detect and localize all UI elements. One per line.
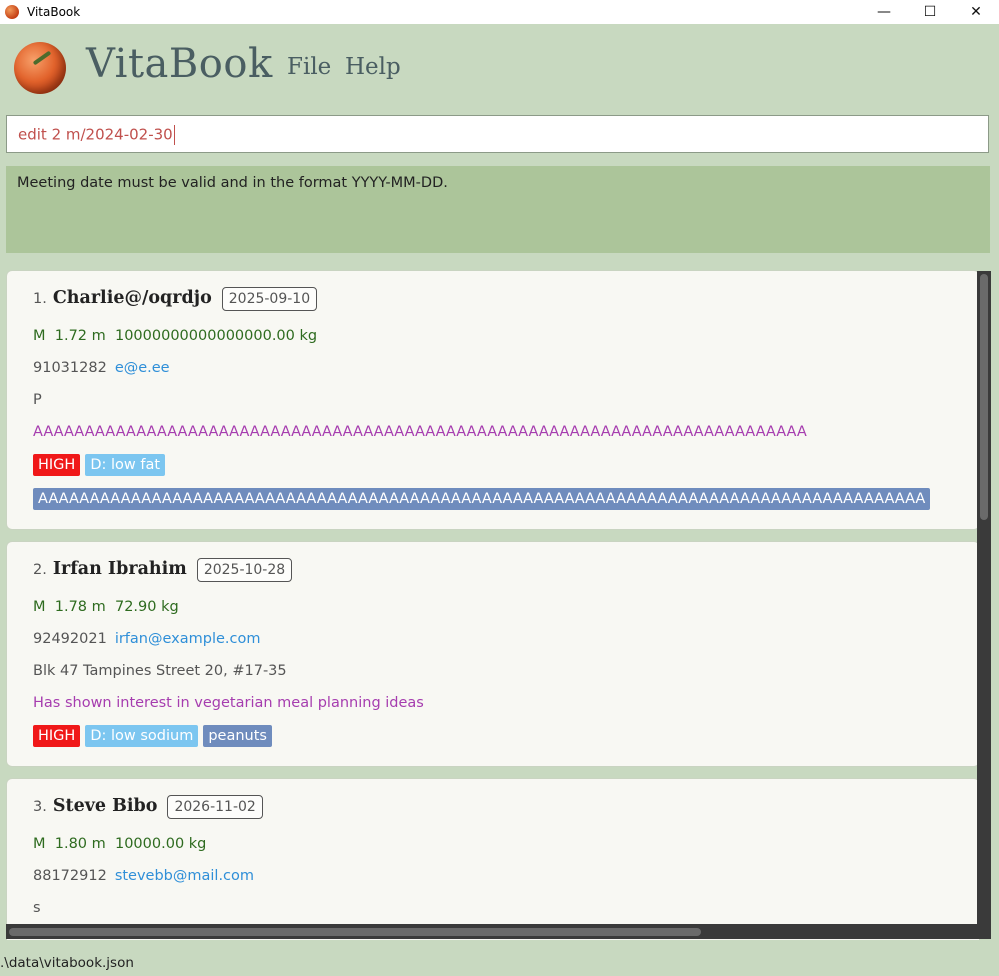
person-card[interactable]: 1. Charlie@/oqrdjo 2025-09-10 M 1.72 m 100… <box>6 270 980 530</box>
gender: M <box>33 836 46 852</box>
phone: 88172912 <box>33 868 107 884</box>
contact-row: 88172912 stevebb@mail.com <box>33 868 254 884</box>
allergy-tag: AAAAAAAAAAAAAAAAAAAAAAAAAAAAAAAAAAAAAAAA… <box>33 488 931 510</box>
priority-tag: HIGH <box>33 454 81 476</box>
gender: M <box>33 599 46 615</box>
vertical-scrollbar[interactable] <box>977 271 991 939</box>
window-controls: — ☐ ✕ <box>861 0 999 24</box>
email: stevebb@mail.com <box>114 868 255 884</box>
card-title-row: 3. Steve Bibo 2026-11-02 <box>33 795 263 819</box>
close-button[interactable]: ✕ <box>953 0 999 24</box>
tomato-app-icon <box>5 5 19 19</box>
phone: 92492021 <box>33 631 107 647</box>
window-titlebar: VitaBook — ☐ ✕ <box>0 0 999 24</box>
command-input[interactable]: edit 2 m/2024-02-30 <box>6 115 989 153</box>
email: e@e.ee <box>114 360 170 376</box>
app-brand: VitaBook <box>86 41 273 87</box>
person-name: Steve Bibo <box>52 796 158 816</box>
window-title: VitaBook <box>27 5 81 19</box>
phone: 91031282 <box>33 360 107 376</box>
tomato-logo-icon <box>14 42 66 94</box>
meeting-date-badge: 2026-11-02 <box>167 795 263 819</box>
card-title-row: 1. Charlie@/oqrdjo 2025-09-10 <box>33 287 318 311</box>
horizontal-scrollbar[interactable] <box>6 924 977 939</box>
body-metrics-row: M 1.72 m 10000000000000000.00 kg <box>33 328 317 344</box>
maximize-button[interactable]: ☐ <box>907 0 953 24</box>
person-index: 2. <box>33 562 47 578</box>
tags-row: HIGH D: low sodium peanuts <box>33 725 277 747</box>
weight: 10000000000000000.00 kg <box>114 328 318 344</box>
gender: M <box>33 328 46 344</box>
horizontal-scroll-thumb[interactable] <box>9 928 701 936</box>
result-message: Meeting date must be valid and in the fo… <box>17 175 448 191</box>
remark: Has shown interest in vegetarian meal pl… <box>33 695 424 711</box>
allergy-tag: peanuts <box>203 725 272 747</box>
command-text: edit 2 m/2024-02-30 <box>18 125 175 145</box>
person-name: Charlie@/oqrdjo <box>52 288 212 308</box>
menu-file[interactable]: File <box>287 54 331 80</box>
weight: 72.90 kg <box>114 599 179 615</box>
weight: 10000.00 kg <box>114 836 207 852</box>
address: P <box>33 392 42 408</box>
contact-row: 92492021 irfan@example.com <box>33 631 260 647</box>
body-metrics-row: M 1.80 m 10000.00 kg <box>33 836 206 852</box>
body-metrics-row: M 1.78 m 72.90 kg <box>33 599 179 615</box>
person-index: 1. <box>33 291 47 307</box>
diet-tag: D: low fat <box>85 454 166 476</box>
card-title-row: 2. Irfan Ibrahim 2025-10-28 <box>33 558 293 582</box>
address: Blk 47 Tampines Street 20, #17-35 <box>33 663 287 679</box>
meeting-date-badge: 2025-10-28 <box>196 558 293 582</box>
meeting-date-badge: 2025-09-10 <box>221 287 318 311</box>
address: s <box>33 900 41 916</box>
vertical-scroll-thumb[interactable] <box>980 274 988 520</box>
person-name: Irfan Ibrahim <box>52 559 187 579</box>
app-header: VitaBook File Help <box>0 24 999 114</box>
height: 1.72 m <box>54 328 106 344</box>
email: irfan@example.com <box>114 631 261 647</box>
result-display: Meeting date must be valid and in the fo… <box>6 166 990 253</box>
text-caret <box>173 125 175 145</box>
person-index: 3. <box>33 799 47 815</box>
priority-tag: HIGH <box>33 725 81 747</box>
diet-tag: D: low sodium <box>85 725 199 747</box>
height: 1.80 m <box>54 836 106 852</box>
height: 1.78 m <box>54 599 106 615</box>
minimize-button[interactable]: — <box>861 0 907 24</box>
status-file-path: .\data\vitabook.json <box>0 955 134 971</box>
person-card[interactable]: 2. Irfan Ibrahim 2025-10-28 M 1.78 m 72.90… <box>6 541 980 767</box>
person-card[interactable]: 3. Steve Bibo 2026-11-02 M 1.80 m 10000.00… <box>6 778 980 940</box>
tags-row: HIGH D: low fat <box>33 454 170 476</box>
remark: AAAAAAAAAAAAAAAAAAAAAAAAAAAAAAAAAAAAAAAA… <box>33 424 807 440</box>
contact-row: 91031282 e@e.ee <box>33 360 170 376</box>
person-list[interactable]: 1. Charlie@/oqrdjo 2025-09-10 M 1.72 m 100… <box>6 268 992 940</box>
allergy-row: AAAAAAAAAAAAAAAAAAAAAAAAAAAAAAAAAAAAAAAA… <box>33 488 935 510</box>
menu-help[interactable]: Help <box>345 54 401 80</box>
